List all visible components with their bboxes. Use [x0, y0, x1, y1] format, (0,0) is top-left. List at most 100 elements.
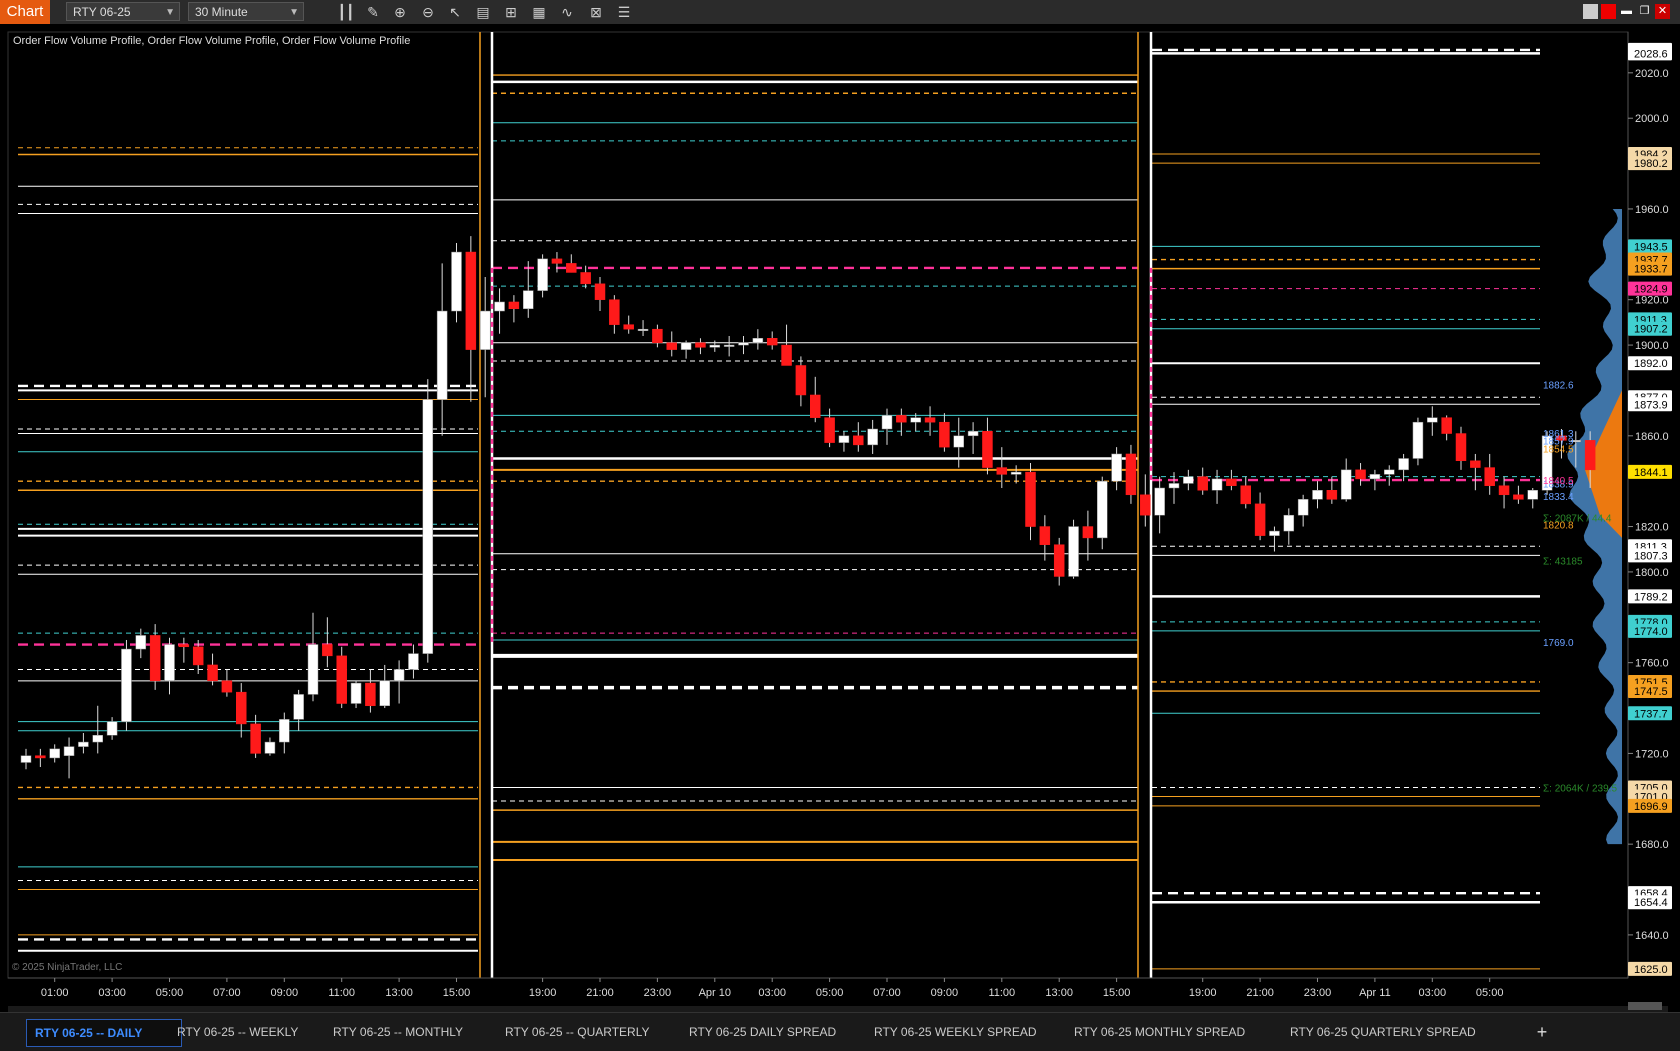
candle-body: [953, 435, 964, 448]
candle-body: [1412, 421, 1424, 459]
draw-pencil-icon[interactable]: ✎: [364, 3, 382, 21]
candle-body: [1168, 483, 1180, 489]
time-tick-label: 19:00: [529, 987, 557, 999]
candle-body: [1068, 526, 1079, 577]
candle-body: [1211, 478, 1223, 491]
bar-style-icon[interactable]: ┃┃: [337, 3, 355, 21]
candle-body: [1369, 474, 1381, 480]
maximize-icon[interactable]: ❐: [1637, 4, 1652, 19]
instrument-value: RTY 06-25: [73, 5, 131, 19]
candle-body: [824, 417, 835, 443]
price-tag-label: 1943.5: [1634, 241, 1668, 253]
strategies-icon[interactable]: ⊠: [587, 3, 605, 21]
candle-body: [1053, 544, 1065, 577]
profile-level-label: 1840.5: [1543, 476, 1574, 487]
candle-body: [1254, 503, 1266, 536]
zoom-in-icon[interactable]: ⊕: [391, 3, 409, 21]
candle-body: [479, 310, 491, 350]
chart-window-tab[interactable]: Chart: [0, 0, 50, 24]
link-color-icon[interactable]: [1601, 4, 1616, 19]
time-tick-label: 23:00: [1304, 987, 1332, 999]
tab-weekly-spread[interactable]: RTY 06-25 WEEKLY SPREAD: [866, 1019, 1045, 1045]
candle-body: [723, 344, 735, 347]
price-tag-label: 1924.9: [1634, 284, 1668, 296]
chart-panel[interactable]: 1640.0 1680.0 1720.0 1760.0 1800.0 1820.0 1860…: [0, 24, 1680, 1012]
candle-body: [164, 644, 175, 682]
candle-body: [609, 299, 620, 325]
data-box-icon[interactable]: ▦: [530, 3, 548, 21]
time-tick-label: 05:00: [156, 987, 184, 999]
tab-monthly-spread[interactable]: RTY 06-25 MONTHLY SPREAD: [1066, 1019, 1253, 1045]
add-tab-button[interactable]: +: [1532, 1019, 1552, 1045]
properties-icon[interactable]: ▤: [474, 3, 492, 21]
tab-monthly[interactable]: RTY 06-25 -- MONTHLY: [325, 1019, 471, 1045]
candle-body: [121, 648, 132, 722]
profile-level-label: 1854.5: [1543, 444, 1574, 455]
candle-body: [365, 682, 376, 707]
candle-body: [1527, 490, 1538, 500]
price-tag-label: 1844.1: [1634, 467, 1668, 479]
chart-toolbar: Chart RTY 06-25 ▼ 30 Minute ▼ ┃┃ ✎ ⊕ ⊖ ↖…: [0, 0, 1680, 25]
candle-body: [178, 644, 190, 648]
candle-body: [623, 324, 634, 330]
tab-quarterly-spread[interactable]: RTY 06-25 QUARTERLY SPREAD: [1282, 1019, 1484, 1045]
candle-body: [78, 741, 89, 747]
candle-body: [1326, 490, 1338, 500]
candle-body: [982, 431, 993, 468]
candle-body: [350, 682, 362, 704]
time-tick-label: 21:00: [1246, 987, 1274, 999]
close-icon[interactable]: ✕: [1655, 4, 1670, 19]
restore-icon[interactable]: ▬: [1619, 4, 1634, 19]
price-tag-label: 1625.0: [1634, 964, 1668, 976]
profile-sigma-label: Σ: 43185: [1543, 557, 1583, 568]
price-tag-label: 1737.7: [1634, 708, 1668, 720]
profile-level-label: 1833.4: [1543, 492, 1574, 503]
template-icon[interactable]: ⊞: [502, 3, 520, 21]
candle-body: [393, 669, 405, 682]
candle-body: [695, 342, 706, 348]
price-tag-label: 1789.2: [1634, 591, 1668, 603]
chevron-down-icon: ▼: [289, 7, 299, 18]
profile-level-label: 1769.0: [1543, 638, 1574, 649]
candle-body: [379, 680, 390, 707]
candle-body: [766, 338, 778, 346]
candle-body: [996, 467, 1008, 475]
timeframe-selector[interactable]: 30 Minute ▼: [188, 2, 304, 21]
copyright-text: © 2025 NinjaTrader, LLC: [12, 962, 122, 973]
indicators-icon[interactable]: ∿: [558, 3, 576, 21]
candle-body: [795, 365, 807, 396]
candle-body: [264, 741, 276, 754]
tab-quarterly[interactable]: RTY 06-25 -- QUARTERLY: [497, 1019, 658, 1045]
minimize-icon[interactable]: [1583, 4, 1598, 19]
tab-daily-spread[interactable]: RTY 06-25 DAILY SPREAD: [681, 1019, 844, 1045]
zoom-out-icon[interactable]: ⊖: [419, 3, 437, 21]
candle-body: [1513, 494, 1524, 500]
candle-body: [1584, 440, 1596, 471]
timeframe-value: 30 Minute: [195, 5, 248, 19]
candle-body: [967, 431, 979, 437]
list-icon[interactable]: ☰: [615, 3, 633, 21]
instrument-selector[interactable]: RTY 06-25 ▼: [66, 2, 180, 21]
time-tick-label: 11:00: [328, 987, 355, 999]
time-tick-label: 09:00: [931, 987, 959, 999]
tab-weekly[interactable]: RTY 06-25 -- WEEKLY: [169, 1019, 306, 1045]
price-tick-label: 1640.0: [1635, 930, 1669, 942]
candle-body: [1125, 453, 1137, 496]
pointer-icon[interactable]: ↖: [446, 3, 464, 21]
candle-body: [307, 644, 319, 695]
price-tag-label: 1892.0: [1634, 358, 1668, 370]
time-tick-label: 15:00: [1103, 987, 1131, 999]
tab-daily[interactable]: RTY 06-25 -- DAILY: [26, 1019, 182, 1047]
chart-tab-bar: RTY 06-25 -- DAILY RTY 06-25 -- WEEKLY R…: [0, 1012, 1680, 1051]
time-tick-label: 13:00: [385, 987, 413, 999]
candle-body: [1140, 494, 1151, 516]
candle-body: [939, 421, 950, 448]
candle-body: [236, 691, 247, 725]
candle-body: [709, 344, 721, 348]
candle-body: [451, 251, 462, 312]
scrollbar-thumb[interactable]: [1628, 1002, 1662, 1010]
price-chart[interactable]: 1640.0 1680.0 1720.0 1760.0 1800.0 1820.0 1860…: [0, 24, 1680, 1012]
candle-body: [207, 664, 218, 682]
price-tick-label: 1820.0: [1635, 522, 1669, 534]
candle-body: [279, 719, 290, 743]
